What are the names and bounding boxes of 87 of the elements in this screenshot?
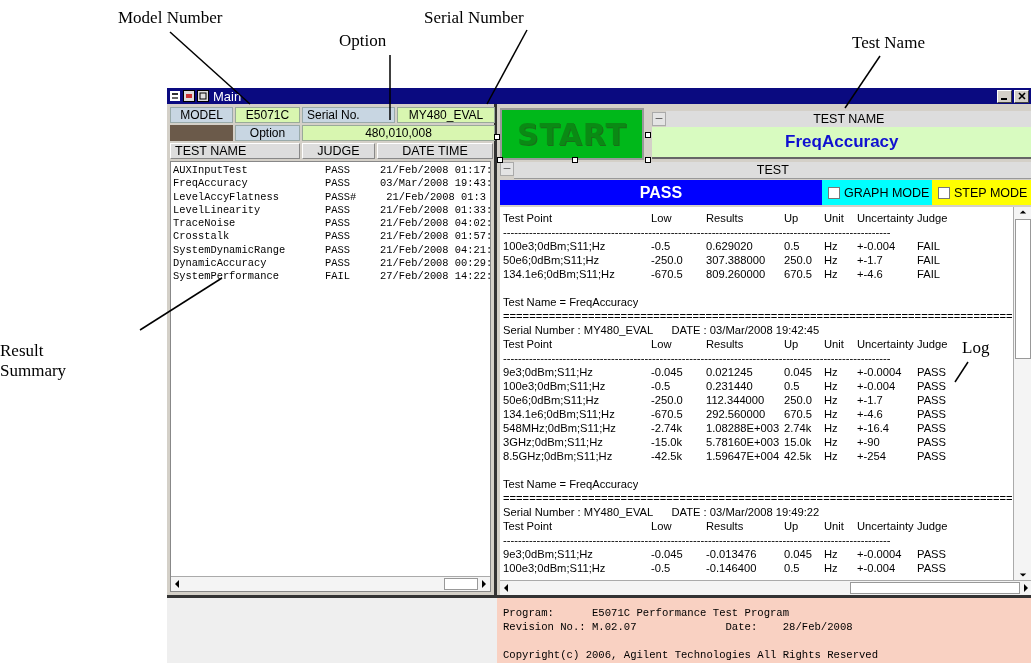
test-header: TEST [514,162,1031,179]
log-line: 9e3;0dBm;S11;Hz -0.045 0.021245 0.045 Hz +-0.0004 PASS [503,365,947,379]
log-line: 548MHz;0dBm;S11;Hz -2.74k 1.08288E+003 2.74k Hz +-16.4 PASS [503,421,947,435]
resize-handle[interactable] [645,132,651,138]
resize-handle[interactable] [494,134,500,140]
result-row[interactable]: SystemPerformance FAIL 27/Feb/2008 14:22: [173,270,490,284]
leader-line [954,361,969,383]
result-row[interactable]: Crosstalk PASS 21/Feb/2008 01:57: [173,230,490,244]
scrollbar-thumb[interactable] [1014,219,1031,359]
test-name-header: TEST NAME [666,110,1031,128]
log-line: Test Point Low Results Up Unit Uncertainty Judge [503,337,948,351]
test-name-value: FreqAccuracy [652,127,1031,159]
close-icon [1017,92,1026,100]
result-row[interactable]: FreqAccuracy PASS 03/Mar/2008 19:43: [173,177,490,191]
checkbox[interactable] [828,186,840,199]
log-line: 100e3;0dBm;S11;Hz -0.5 0.231440 0.5 Hz +-0.004 PASS [503,379,947,393]
log-line: 9e3;0dBm;S11;Hz -0.045 -0.013476 0.045 Hz +-0.0004 PASS [503,547,947,561]
log-line: ============================================================================== [503,309,1013,323]
checkbox[interactable] [938,186,950,199]
result-row[interactable]: SystemDynamicRange PASS 21/Feb/2008 04:21: [173,243,490,258]
column-header[interactable]: DATE TIME [377,143,493,159]
serial-label: Serial No. [302,107,395,123]
log-line: 3GHz;0dBm;S11;Hz -15.0k 5.78160E+003 15.0k Hz +-90 PASS [503,435,947,449]
option-value: 480,010,008 [302,125,495,141]
minimize-button[interactable] [997,89,1012,103]
window-icon[interactable] [183,90,195,102]
callout-label: Model Number [118,8,223,28]
collapse-icon[interactable] [500,162,514,176]
scroll-left-arrow-icon[interactable] [173,579,181,589]
vertical-scrollbar[interactable] [1012,207,1031,580]
graph-mode-toggle[interactable]: GRAPH MODE [822,180,932,205]
scroll-right-arrow-icon[interactable] [1021,583,1030,593]
window-icon[interactable] [197,90,209,102]
scrollbar-thumb[interactable] [849,582,1020,594]
log-line: Test Point Low Results Up Unit Uncertainty Judge [503,519,948,533]
callout-label: Result Summary [0,341,68,381]
leader-line [389,54,391,121]
result-row[interactable]: DynamicAccuracy PASS 21/Feb/2008 00:29: [173,257,490,271]
log-line: 134.1e6;0dBm;S11;Hz -670.5 292.560000 670.5 Hz +-4.6 PASS [503,407,947,421]
column-header[interactable]: TEST NAME [170,143,300,159]
log-line: Serial Number : MY480_EVAL DATE : 03/Mar/2008 19:49:22 [503,505,820,519]
scroll-left-arrow-icon[interactable] [502,583,510,593]
step-mode-toggle[interactable]: STEP MODE [932,180,1031,205]
callout-label: Test Name [852,33,925,53]
log-line: 100e3;0dBm;S11;Hz -0.5 0.629020 0.5 Hz +-0.004 FAIL [503,239,940,253]
scroll-right-arrow-icon[interactable] [480,579,488,589]
log-line: Test Name = FreqAccuracy [503,295,639,309]
resize-handle[interactable] [645,157,651,163]
leader-line [844,55,881,109]
app-icon [169,90,181,102]
horizontal-scrollbar[interactable] [500,580,1031,595]
close-button[interactable] [1014,89,1029,103]
window-title: Main [213,88,242,104]
log-line: 50e6;0dBm;S11;Hz -250.0 112.344000 250.0 Hz +-1.7 PASS [503,393,947,407]
log-line: -------------------------------------------------------------------------------------------------------- [503,533,891,547]
color-block [170,125,233,141]
callout-label: Option [339,31,387,51]
option-label: Option [235,125,300,141]
column-header[interactable]: JUDGE [302,143,375,159]
log-line: 8.5GHz;0dBm;S11;Hz -42.5k 1.59647E+004 42.5k Hz +-254 PASS [503,449,947,463]
horizontal-scrollbar[interactable] [171,576,490,591]
callout-label: Serial Number [424,8,524,28]
log-line: 50e6;0dBm;S11;Hz -250.0 307.388000 250.0 Hz +-1.7 FAIL [503,253,940,267]
result-row[interactable]: AUXInputTest PASS 21/Feb/2008 01:17: [173,164,490,178]
result-row[interactable]: LevelLinearity PASS 21/Feb/2008 01:33: [173,203,490,218]
revision-line: Revision No.: M.02.07 Date: 28/Feb/2008 [503,620,854,634]
log-line: ============================================================================== [503,491,1013,505]
scrollbar-thumb[interactable] [444,578,478,590]
result-row[interactable]: TraceNoise PASS 21/Feb/2008 04:02: [173,217,490,231]
collapse-icon[interactable] [652,112,666,126]
result-banner: PASS [500,180,822,205]
log-line: -------------------------------------------------------------------------------------------------------- [503,351,891,365]
callout-label: Log [962,338,990,358]
program-line: Program: E5071C Performance Test Program [503,606,791,620]
resize-handle[interactable] [497,157,503,163]
log-line: Test Point Low Results Up Unit Uncertainty Judge [503,211,948,225]
resize-handle[interactable] [572,157,578,163]
copyright-line: Copyright(c) 2006, Agilent Technologies All Rights Reserved [503,648,880,662]
serial-number: MY480_EVAL [397,107,495,123]
log-line: Serial Number : MY480_EVAL DATE : 03/Mar/2008 19:42:45 [503,323,820,337]
log-line: -------------------------------------------------------------------------------------------------------- [503,225,891,239]
log-line: Test Name = FreqAccuracy [503,477,639,491]
log-line: 134.1e6;0dBm;S11;Hz -670.5 809.260000 670.5 Hz +-4.6 FAIL [503,267,940,281]
result-row[interactable]: LevelAccyFlatness PASS# 21/Feb/2008 01:3 [173,190,490,204]
model-label: MODEL [170,107,233,123]
log-line: 100e3;0dBm;S11;Hz -0.5 -0.146400 0.5 Hz +-0.004 PASS [503,561,947,575]
model-number: E5071C [235,107,300,123]
